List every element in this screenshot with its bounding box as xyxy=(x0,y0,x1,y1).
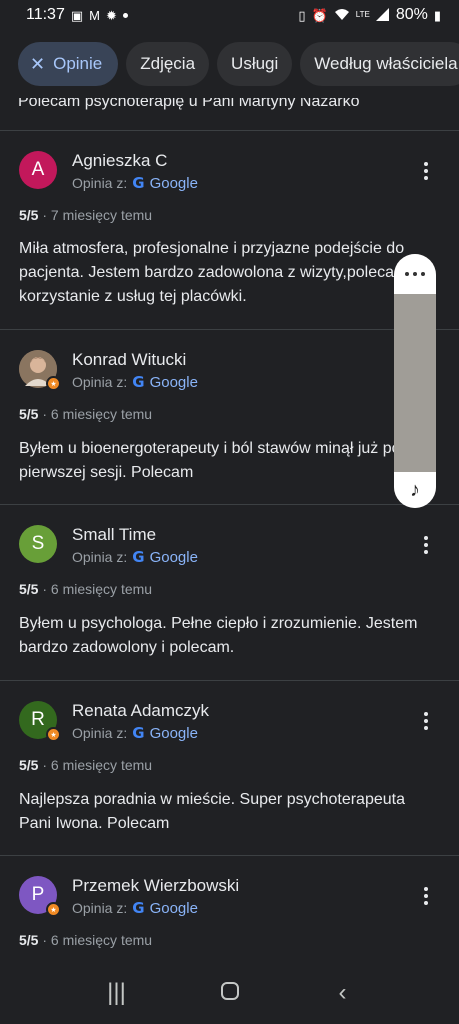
review-time: 7 miesięcy temu xyxy=(50,207,153,223)
google-icon: G xyxy=(132,724,145,742)
local-guide-badge-icon: ★ xyxy=(46,376,61,391)
source-prefix: Opinia z: xyxy=(72,549,128,565)
chip-zdjecia[interactable]: Zdjęcia xyxy=(126,42,210,86)
partial-review-text: Polecam psychoterapię u Pani Martyny Naz… xyxy=(18,98,360,110)
more-options-icon[interactable] xyxy=(417,159,435,183)
review-time: 6 miesięcy temu xyxy=(50,581,153,597)
sim-icon: ▯ xyxy=(298,7,306,23)
more-options-icon[interactable] xyxy=(417,533,435,557)
rating-line: 5/5 · 6 miesięcy temu xyxy=(19,581,153,597)
review-item: A Agnieszka C Opinia z: G Google 5/5 · 7… xyxy=(0,131,459,329)
status-left: 11:37 ▣ M ✹ xyxy=(26,6,128,24)
avatar-initial: P xyxy=(31,884,45,905)
local-guide-badge-icon: ★ xyxy=(46,902,61,917)
google-icon: G xyxy=(132,373,145,391)
volte-icon: LTE xyxy=(355,10,370,19)
review-text: Najlepsza poradnia w mieście. Super psyc… xyxy=(19,791,405,832)
author-name[interactable]: Renata Adamczyk xyxy=(72,701,209,721)
status-right: ▯ ⏰ LTE 80% ▮ xyxy=(298,6,441,24)
review-source: Opinia z: G Google xyxy=(72,548,198,566)
rating: 5/5 xyxy=(19,207,39,223)
gmail-icon: M xyxy=(89,7,100,23)
review-time: 6 miesięcy temu xyxy=(50,406,153,422)
google-icon: G xyxy=(132,899,145,917)
battery-icon: ▮ xyxy=(433,7,441,23)
review-text: Byłem u bioenergoterapeuty i ból stawów … xyxy=(19,440,401,481)
rating-line: 5/5 · 6 miesięcy temu xyxy=(19,406,153,422)
review-item: S Small Time Opinia z: G Google 5/5 · 6 … xyxy=(0,505,459,679)
google-icon: G xyxy=(132,548,145,566)
rating: 5/5 xyxy=(19,932,39,948)
status-time: 11:37 xyxy=(26,6,65,23)
battery-level: 80% xyxy=(395,6,428,23)
image-icon: ▣ xyxy=(70,7,84,23)
chip-label: Zdjęcia xyxy=(140,54,196,73)
local-guide-badge-icon: ★ xyxy=(46,727,61,742)
review-source: Opinia z: G Google xyxy=(72,373,198,391)
rating: 5/5 xyxy=(19,581,39,597)
avatar-initial: S xyxy=(31,533,45,554)
source-prefix: Opinia z: xyxy=(72,725,128,741)
review-item: R ★ Renata Adamczyk Opinia z: G Google 5… xyxy=(0,681,459,855)
google-icon: G xyxy=(132,174,145,192)
author-name[interactable]: Agnieszka C xyxy=(72,151,167,171)
avatar[interactable]: ★ xyxy=(19,350,61,391)
more-options-icon[interactable] xyxy=(417,884,435,908)
rating: 5/5 xyxy=(19,406,39,422)
back-icon[interactable]: ‹ xyxy=(323,979,363,1007)
avatar[interactable]: A xyxy=(19,151,57,189)
rating-line: 5/5 · 7 miesięcy temu xyxy=(19,207,153,223)
chip-uslugi[interactable]: Usługi xyxy=(217,42,293,86)
settings-icon: ✹ xyxy=(106,7,117,23)
chip-label: Według właściciela xyxy=(314,54,458,73)
edge-floating-panel[interactable]: ♪ xyxy=(394,254,436,508)
review-item: P ★ Przemek Wierzbowski Opinia z: G Goog… xyxy=(0,856,459,962)
dot-icon xyxy=(122,12,128,18)
home-icon[interactable] xyxy=(210,979,250,1007)
chip-label: Opinie xyxy=(53,54,103,73)
music-note-icon[interactable]: ♪ xyxy=(394,472,436,508)
source-prefix: Opinia z: xyxy=(72,374,128,390)
avatar-initial: A xyxy=(31,159,45,180)
filter-chip-bar: ✕ Opinie Zdjęcia Usługi Według właścicie… xyxy=(0,30,459,98)
review-source: Opinia z: G Google xyxy=(72,724,198,742)
chip-wedlug-wlasciciela[interactable]: Według właściciela xyxy=(300,42,459,86)
source-name: Google xyxy=(149,548,198,566)
system-nav-bar: ||| ‹ xyxy=(0,962,459,1024)
close-icon[interactable]: ✕ xyxy=(30,54,45,75)
avatar-initial: R xyxy=(31,709,45,730)
chip-opinie[interactable]: ✕ Opinie xyxy=(18,42,119,86)
chip-label: Usługi xyxy=(231,54,279,73)
author-name[interactable]: Przemek Wierzbowski xyxy=(72,876,239,896)
review-source: Opinia z: G Google xyxy=(72,174,198,192)
rating-line: 5/5 · 6 miesięcy temu xyxy=(19,757,153,773)
review-time: 6 miesięcy temu xyxy=(50,757,153,773)
review-time: 6 miesięcy temu xyxy=(50,932,153,948)
avatar[interactable]: S xyxy=(19,525,57,563)
recent-apps-icon[interactable]: ||| xyxy=(97,979,137,1007)
source-name: Google xyxy=(149,724,198,742)
source-prefix: Opinia z: xyxy=(72,900,128,916)
wifi-icon xyxy=(334,8,350,23)
avatar[interactable]: P ★ xyxy=(19,876,61,917)
alarm-icon: ⏰ xyxy=(311,7,328,23)
review-list[interactable]: Polecam psychoterapię u Pani Martyny Naz… xyxy=(0,98,459,962)
avatar[interactable]: R ★ xyxy=(19,701,61,742)
source-name: Google xyxy=(149,174,198,192)
review-text: Byłem u psychologa. Pełne ciepło i zrozu… xyxy=(19,615,418,656)
panel-more-icon[interactable] xyxy=(394,254,436,294)
signal-icon xyxy=(375,7,390,23)
source-name: Google xyxy=(149,373,198,391)
status-bar: 11:37 ▣ M ✹ ▯ ⏰ LTE 80% ▮ xyxy=(0,0,459,30)
source-prefix: Opinia z: xyxy=(72,175,128,191)
review-text: Miła atmosfera, profesjonalne i przyjazn… xyxy=(19,240,408,305)
author-name[interactable]: Small Time xyxy=(72,525,156,545)
review-item: ★ Konrad Witucki Opinia z: G Google 5/5 … xyxy=(0,330,459,504)
rating-line: 5/5 · 6 miesięcy temu xyxy=(19,932,153,948)
rating: 5/5 xyxy=(19,757,39,773)
review-source: Opinia z: G Google xyxy=(72,899,198,917)
source-name: Google xyxy=(149,899,198,917)
author-name[interactable]: Konrad Witucki xyxy=(72,350,186,370)
more-options-icon[interactable] xyxy=(417,709,435,733)
